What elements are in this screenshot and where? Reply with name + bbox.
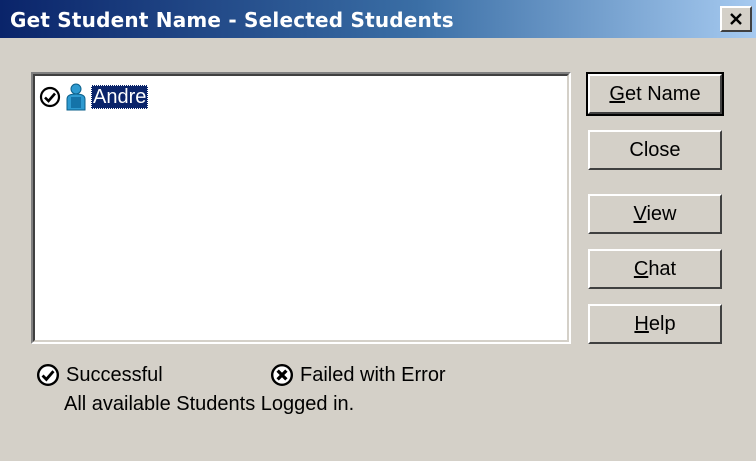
view-button[interactable]: View: [588, 194, 722, 234]
get-name-accel: G: [609, 82, 625, 105]
chat-accel: C: [633, 257, 649, 280]
list-item[interactable]: Andre: [39, 82, 149, 112]
window-title: Get Student Name - Selected Students: [10, 8, 454, 32]
legend-failed-label: Failed with Error: [300, 363, 446, 386]
success-check-icon: [36, 363, 60, 387]
view-label: iew: [646, 202, 677, 225]
student-icon: [63, 83, 89, 111]
success-check-icon: [39, 86, 61, 108]
title-bar[interactable]: Get Student Name - Selected Students: [0, 0, 756, 38]
get-name-label: et Name: [624, 82, 701, 105]
help-button[interactable]: Help: [588, 304, 722, 344]
legend-failed: Failed with Error: [270, 362, 446, 388]
legend-successful: Successful: [36, 362, 163, 388]
close-icon: [730, 13, 742, 25]
chat-button[interactable]: Chat: [588, 249, 722, 289]
failed-x-icon: [270, 363, 294, 387]
close-button-label: Close: [629, 138, 681, 161]
status-message: All available Students Logged in.: [64, 393, 355, 415]
help-accel: H: [634, 312, 649, 335]
student-name: Andre: [91, 85, 149, 109]
chat-label: hat: [648, 257, 677, 280]
get-name-button[interactable]: Get Name: [586, 72, 724, 116]
close-button[interactable]: Close: [588, 130, 722, 170]
close-window-button[interactable]: [720, 6, 752, 32]
get-student-name-dialog: Get Student Name - Selected Students And…: [0, 0, 756, 461]
view-accel: V: [633, 202, 647, 225]
selected-students-list[interactable]: Andre: [31, 72, 571, 344]
help-label: elp: [648, 312, 676, 335]
legend-successful-label: Successful: [66, 363, 163, 386]
